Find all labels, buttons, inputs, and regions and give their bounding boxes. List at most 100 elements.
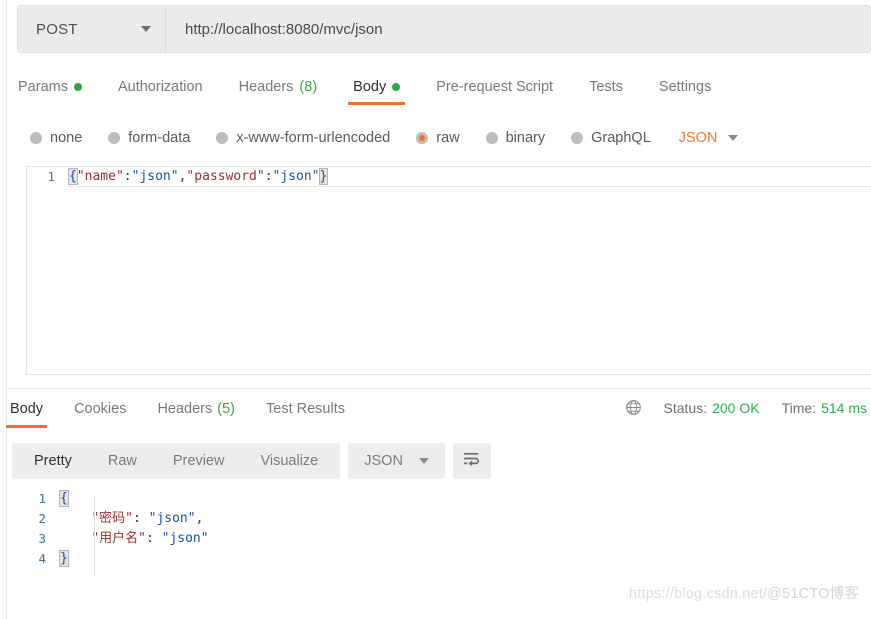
body-status-dot-icon (392, 83, 401, 91)
response-code-line: 3 "用户名": "json" (18, 529, 863, 549)
tab-authorization[interactable]: Authorization (118, 76, 203, 105)
response-view-toolbar: Pretty Raw Preview Visualize JSON (12, 443, 491, 479)
json-key-username-cn: "用户名" (91, 531, 146, 546)
json-separator: : (145, 531, 162, 546)
view-mode-pretty[interactable]: Pretty (16, 443, 90, 479)
radio-graphql-icon (571, 132, 584, 144)
raw-language-label: JSON (678, 130, 718, 146)
response-code-text: "用户名": "json" (60, 529, 208, 549)
url-input[interactable]: http://localhost:8080/mvc/json (166, 6, 870, 52)
response-code-line: 1 { (18, 489, 863, 509)
tab-pre-request-script[interactable]: Pre-request Script (436, 76, 553, 105)
body-type-graphql-label: GraphQL (591, 130, 651, 146)
body-type-binary-label: binary (505, 130, 546, 146)
raw-language-select[interactable]: JSON (679, 130, 739, 146)
view-mode-raw[interactable]: Raw (90, 443, 155, 479)
response-view-mode-group: Pretty Raw Preview Visualize (12, 443, 341, 479)
globe-icon[interactable] (625, 399, 642, 416)
response-code-line: 2 "密码": "json", (18, 509, 863, 529)
request-body-editor[interactable]: 1 {"name":"json","password":"json"} (26, 166, 871, 375)
json-open-brace: { (59, 490, 69, 507)
json-value-password: "json" (272, 169, 320, 184)
response-status-bar: Status: 200 OK Time: 514 ms (625, 399, 867, 416)
response-code-text: } (59, 549, 69, 569)
tab-params[interactable]: Params (18, 76, 82, 105)
response-tab-test-results[interactable]: Test Results (266, 398, 345, 428)
json-colon: : (123, 169, 132, 184)
json-separator: : (132, 511, 149, 526)
request-pane: POST http://localhost:8080/mvc/json Para… (8, 0, 871, 388)
word-wrap-icon (462, 451, 481, 471)
view-mode-preview[interactable]: Preview (155, 443, 243, 479)
json-close-brace: } (318, 168, 329, 185)
response-tab-headers-count: (5) (217, 401, 235, 417)
response-tab-cookies[interactable]: Cookies (74, 398, 126, 428)
chevron-down-icon (728, 135, 739, 141)
view-mode-pretty-label: Pretty (34, 453, 72, 469)
tab-headers[interactable]: Headers (8) (239, 76, 318, 105)
json-key-password: "password" (186, 169, 265, 184)
line-number: 1 (47, 169, 55, 184)
watermark-tag: @51CTO博客 (767, 586, 859, 602)
response-code-text: { (59, 489, 69, 509)
params-status-dot-icon (73, 83, 82, 91)
time-value: 514 ms (821, 399, 867, 416)
json-key-name: "name" (76, 169, 124, 184)
request-code-line: 1 {"name":"json","password":"json"} (27, 167, 871, 187)
body-type-urlencoded-label: x-www-form-urlencoded (236, 130, 391, 146)
body-type-form-data[interactable]: form-data (108, 130, 190, 146)
chevron-down-icon (418, 458, 429, 464)
view-mode-visualize[interactable]: Visualize (242, 443, 336, 479)
request-tab-bar: Params Authorization Headers (8) Body Pr… (18, 76, 747, 109)
response-tab-cookies-label: Cookies (74, 401, 127, 417)
view-mode-raw-label: Raw (107, 453, 137, 469)
body-type-radio-group: none form-data x-www-form-urlencoded raw… (30, 123, 739, 153)
tab-body[interactable]: Body (348, 76, 406, 105)
json-close-brace: } (59, 550, 69, 567)
postman-window: POST http://localhost:8080/mvc/json Para… (0, 0, 871, 619)
response-tab-test-results-label: Test Results (266, 401, 345, 417)
tab-pre-request-script-label: Pre-request Script (436, 79, 554, 95)
tab-settings-label: Settings (658, 79, 712, 95)
radio-urlencoded-icon (216, 132, 229, 144)
http-method-select[interactable]: POST (18, 6, 166, 52)
tab-headers-label: Headers (238, 79, 294, 95)
tab-headers-count: (8) (299, 79, 318, 95)
line-number: 1 (38, 491, 46, 506)
editor-line-separator (69, 186, 871, 187)
tab-authorization-label: Authorization (117, 79, 203, 95)
watermark: https://blog.csdn.net/@51CTO博客 (629, 582, 859, 603)
body-type-none-label: none (50, 130, 83, 146)
body-type-raw[interactable]: raw (416, 130, 460, 146)
word-wrap-toggle-button[interactable] (452, 443, 491, 479)
status-badge[interactable]: Status: 200 OK (664, 400, 760, 416)
line-number: 4 (38, 551, 46, 566)
request-code-text: {"name":"json","password":"json"} (68, 167, 329, 187)
body-type-urlencoded[interactable]: x-www-form-urlencoded (216, 130, 390, 146)
code-fold-guide (94, 497, 95, 575)
response-format-select[interactable]: JSON (348, 443, 445, 479)
status-value: 200 OK (712, 399, 760, 416)
radio-none-icon (30, 132, 42, 144)
chevron-down-icon (141, 26, 151, 32)
tab-settings[interactable]: Settings (659, 76, 711, 105)
body-type-binary[interactable]: binary (485, 130, 546, 146)
body-type-graphql[interactable]: GraphQL (571, 130, 651, 146)
response-tab-headers[interactable]: Headers (5) (157, 398, 235, 428)
json-key-password-cn: "密码" (91, 511, 133, 526)
view-mode-preview-label: Preview (172, 453, 225, 469)
tab-tests[interactable]: Tests (589, 76, 623, 105)
view-mode-visualize-label: Visualize (260, 453, 319, 469)
status-label: Status: (663, 399, 708, 416)
tab-body-label: Body (353, 79, 387, 95)
response-format-label: JSON (364, 453, 403, 469)
response-tab-body[interactable]: Body (5, 398, 48, 428)
response-code-line: 4 } (18, 549, 863, 569)
line-number: 3 (38, 531, 46, 546)
time-badge[interactable]: Time: 514 ms (782, 400, 867, 416)
body-type-none[interactable]: none (30, 130, 82, 146)
http-method-label: POST (36, 20, 78, 38)
time-label: Time: (781, 399, 817, 416)
json-colon: : (264, 169, 273, 184)
